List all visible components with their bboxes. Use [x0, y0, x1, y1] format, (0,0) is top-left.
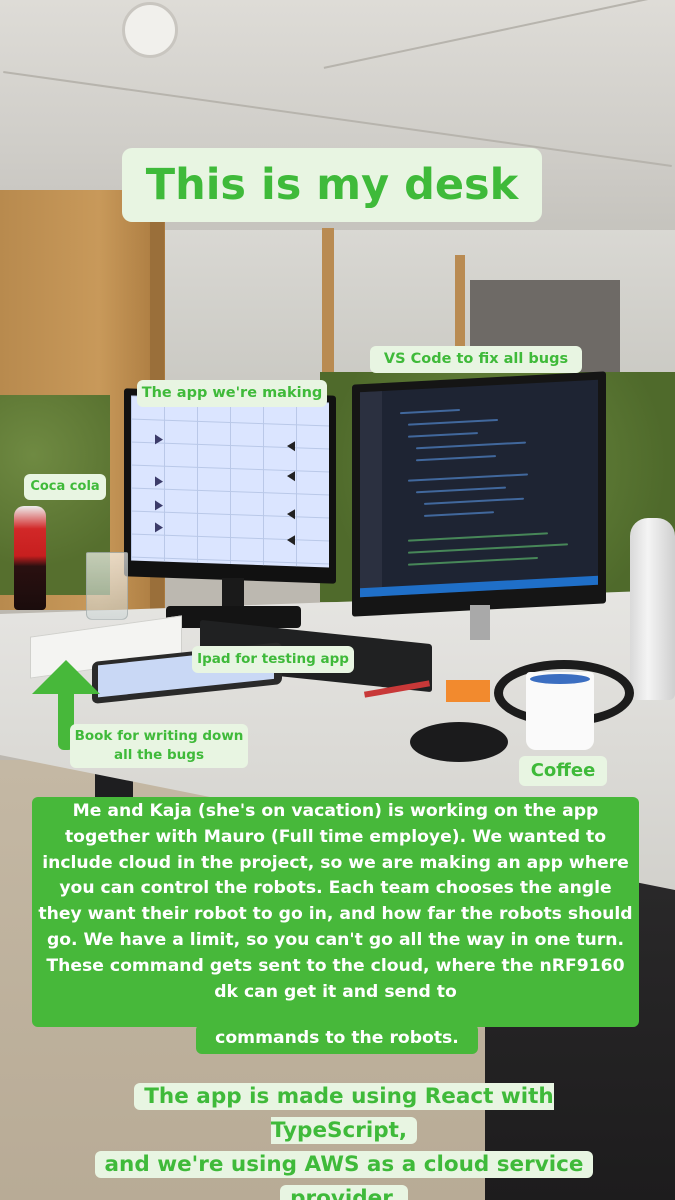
- thermos-bottle: [630, 518, 675, 700]
- robot-marker-icon: [155, 476, 163, 487]
- vscode-label: VS Code to fix all bugs: [370, 346, 582, 373]
- mug-rim: [530, 674, 590, 684]
- desk-photo: This is my desk The app we're making VS …: [0, 0, 675, 1200]
- robot-marker-icon: [287, 534, 295, 546]
- code-line: [416, 486, 506, 494]
- code-line: [416, 441, 526, 450]
- robot-marker-icon: [155, 434, 163, 445]
- code-line: [400, 408, 460, 415]
- computer-mouse: [410, 722, 508, 762]
- code-line: [408, 543, 568, 554]
- story-title: This is my desk: [122, 148, 542, 222]
- book-label: Book for writing down all the bugs: [70, 724, 248, 768]
- tech-stack-line: and we're using AWS as a cloud service: [94, 1151, 594, 1178]
- tech-stack-line: The app is made using React with TypeScr…: [134, 1083, 554, 1144]
- ipad-label: Ipad for testing app: [192, 646, 354, 673]
- code-line: [408, 532, 548, 542]
- code-line: [408, 473, 528, 482]
- robot-marker-icon: [287, 470, 295, 482]
- robot-marker-icon: [155, 500, 163, 511]
- project-description: Me and Kaja (she's on vacation) is worki…: [32, 797, 639, 1027]
- coffee-mug: [526, 672, 594, 750]
- tech-stack-note: The app is made using React with TypeScr…: [66, 1080, 622, 1200]
- water-glass: [86, 552, 128, 620]
- right-monitor: [352, 371, 606, 617]
- monitor-stand: [470, 605, 490, 640]
- left-monitor: [124, 388, 336, 584]
- code-line: [408, 432, 478, 438]
- project-description-tail: commands to the robots.: [196, 1024, 478, 1054]
- orange-block: [446, 680, 490, 702]
- code-line: [408, 556, 538, 566]
- app-screen: [131, 395, 329, 568]
- coffee-label: Coffee: [519, 756, 607, 786]
- code-line: [416, 455, 496, 462]
- coca-cola-label: Coca cola: [24, 474, 106, 500]
- code-line: [424, 497, 524, 505]
- robot-marker-icon: [287, 440, 295, 452]
- robot-marker-icon: [287, 508, 295, 520]
- code-line: [408, 419, 498, 426]
- code-editor-screen: [360, 379, 598, 598]
- ceiling-speaker: [122, 2, 178, 58]
- editor-status-bar: [360, 575, 598, 598]
- app-label: The app we're making: [137, 380, 327, 407]
- code-line: [424, 511, 494, 517]
- coca-cola-bottle: [14, 506, 46, 610]
- editor-sidebar: [360, 391, 382, 598]
- robot-marker-icon: [155, 522, 163, 533]
- tech-stack-line: provider.: [280, 1185, 408, 1200]
